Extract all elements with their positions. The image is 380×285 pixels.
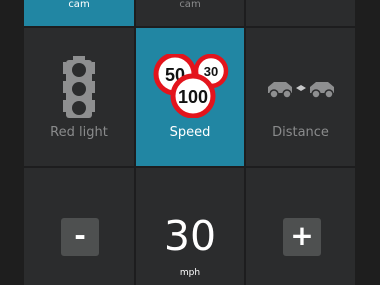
speed-value: 30 <box>163 212 217 260</box>
mode-label: Red light <box>50 125 108 140</box>
mode-speed[interactable]: 50 30 100 Speed <box>136 28 244 166</box>
divider <box>134 0 136 285</box>
mode-distance[interactable]: Distance <box>246 28 355 166</box>
decrease-speed-button[interactable]: - <box>61 218 99 256</box>
tab-label: cam <box>68 0 90 10</box>
car-distance-icon <box>268 82 334 99</box>
settings-panel: cam cam Red light 50 30 100 Speed Distan… <box>24 0 355 285</box>
traffic-light-icon <box>63 56 95 118</box>
divider <box>24 166 355 168</box>
tab-cam-2[interactable]: cam <box>136 0 244 26</box>
sign-100: 100 <box>178 87 208 107</box>
sign-30: 30 <box>204 64 218 79</box>
tab-cam-1[interactable]: cam <box>24 0 134 26</box>
speed-unit: mph <box>179 268 201 278</box>
speed-limit-signs-icon: 50 30 100 <box>153 54 229 118</box>
divider <box>24 26 355 28</box>
tab-label: cam <box>179 0 201 10</box>
mode-label: Speed <box>169 125 211 140</box>
mode-label: Distance <box>272 125 329 140</box>
tab-empty[interactable] <box>246 0 355 26</box>
mode-red-light[interactable]: Red light <box>24 28 134 166</box>
increase-speed-button[interactable]: + <box>283 218 321 256</box>
divider <box>244 0 246 285</box>
